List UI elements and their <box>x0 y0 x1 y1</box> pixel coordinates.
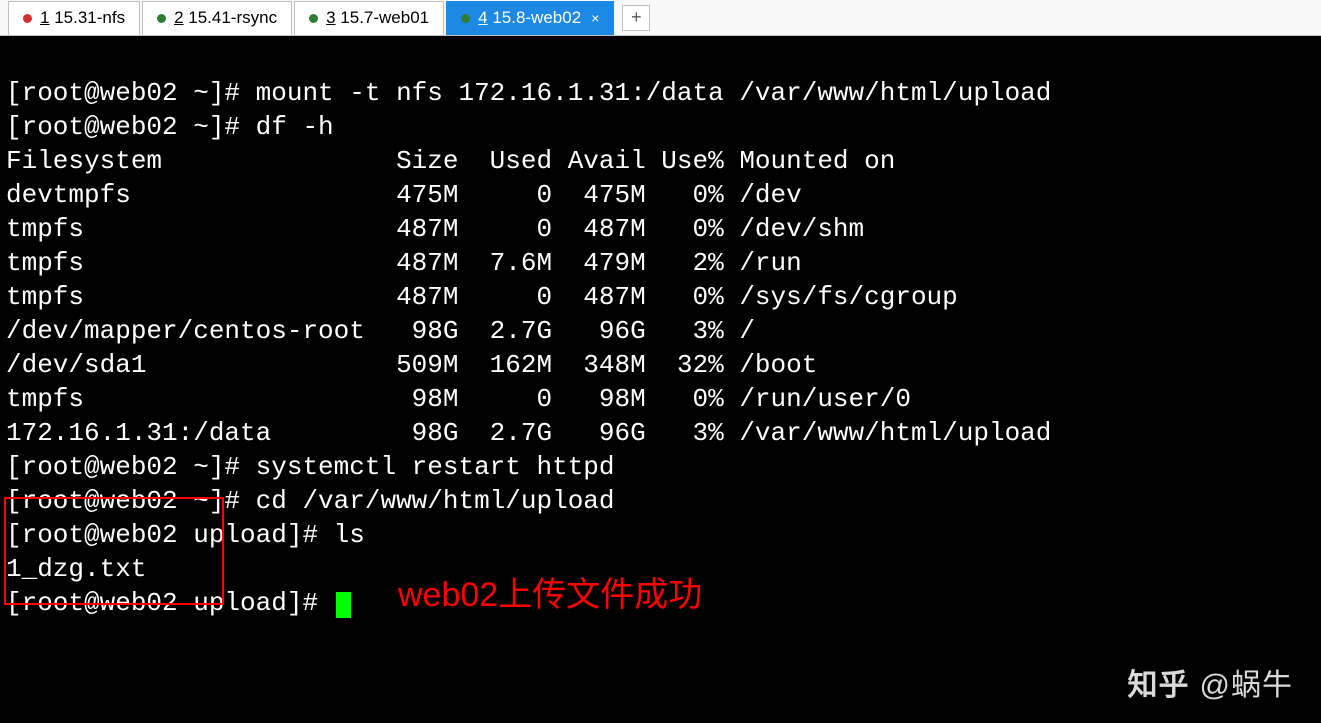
df-row: tmpfs 487M 7.6M 479M 2% /run <box>6 246 1315 280</box>
df-header: Filesystem Size Used Avail Use% Mounted … <box>6 144 1315 178</box>
df-row: /dev/sda1 509M 162M 348M 32% /boot <box>6 348 1315 382</box>
close-icon[interactable]: × <box>591 10 599 26</box>
tab-label: 4 15.8-web02 <box>478 8 581 28</box>
watermark-author: @蜗牛 <box>1200 669 1293 703</box>
df-row: tmpfs 98M 0 98M 0% /run/user/0 <box>6 382 1315 416</box>
tab-bar: 1 15.31-nfs 2 15.41-rsync 3 15.7-web01 4 15… <box>0 0 1321 36</box>
cmd-mount: [root@web02 ~]# mount -t nfs 172.16.1.31… <box>6 76 1315 110</box>
status-dot-icon <box>309 14 318 23</box>
cmd-cd: [root@web02 ~]# cd /var/www/html/upload <box>6 484 1315 518</box>
terminal-area[interactable]: [root@web02 ~]# mount -t nfs 172.16.1.31… <box>0 36 1321 723</box>
watermark-logo: 知乎 <box>1128 669 1190 703</box>
cmd-df: [root@web02 ~]# df -h <box>6 110 1315 144</box>
df-row: devtmpfs 475M 0 475M 0% /dev <box>6 178 1315 212</box>
tab-15.41-rsync[interactable]: 2 15.41-rsync <box>142 1 292 35</box>
tab-15.7-web01[interactable]: 3 15.7-web01 <box>294 1 444 35</box>
df-row: /dev/mapper/centos-root 98G 2.7G 96G 3% … <box>6 314 1315 348</box>
tab-label: 2 15.41-rsync <box>174 8 277 28</box>
df-row: tmpfs 487M 0 487M 0% /sys/fs/cgroup <box>6 280 1315 314</box>
tab-label: 1 15.31-nfs <box>40 8 125 28</box>
cursor-icon <box>336 592 351 618</box>
tab-label: 3 15.7-web01 <box>326 8 429 28</box>
df-row: 172.16.1.31:/data 98G 2.7G 96G 3% /var/w… <box>6 416 1315 450</box>
status-dot-icon <box>157 14 166 23</box>
tab-15.8-web02[interactable]: 4 15.8-web02 × <box>446 1 614 35</box>
cmd-restart: [root@web02 ~]# systemctl restart httpd <box>6 450 1315 484</box>
tab-15.31-nfs[interactable]: 1 15.31-nfs <box>8 1 140 35</box>
df-row: tmpfs 487M 0 487M 0% /dev/shm <box>6 212 1315 246</box>
watermark: 知乎 @蜗牛 <box>1128 669 1293 703</box>
add-tab-button[interactable]: + <box>622 5 650 31</box>
status-dot-icon <box>461 14 470 23</box>
annotation-text: web02上传文件成功 <box>398 578 702 612</box>
status-dot-icon <box>23 14 32 23</box>
cmd-ls: [root@web02 upload]# ls <box>6 518 1315 552</box>
